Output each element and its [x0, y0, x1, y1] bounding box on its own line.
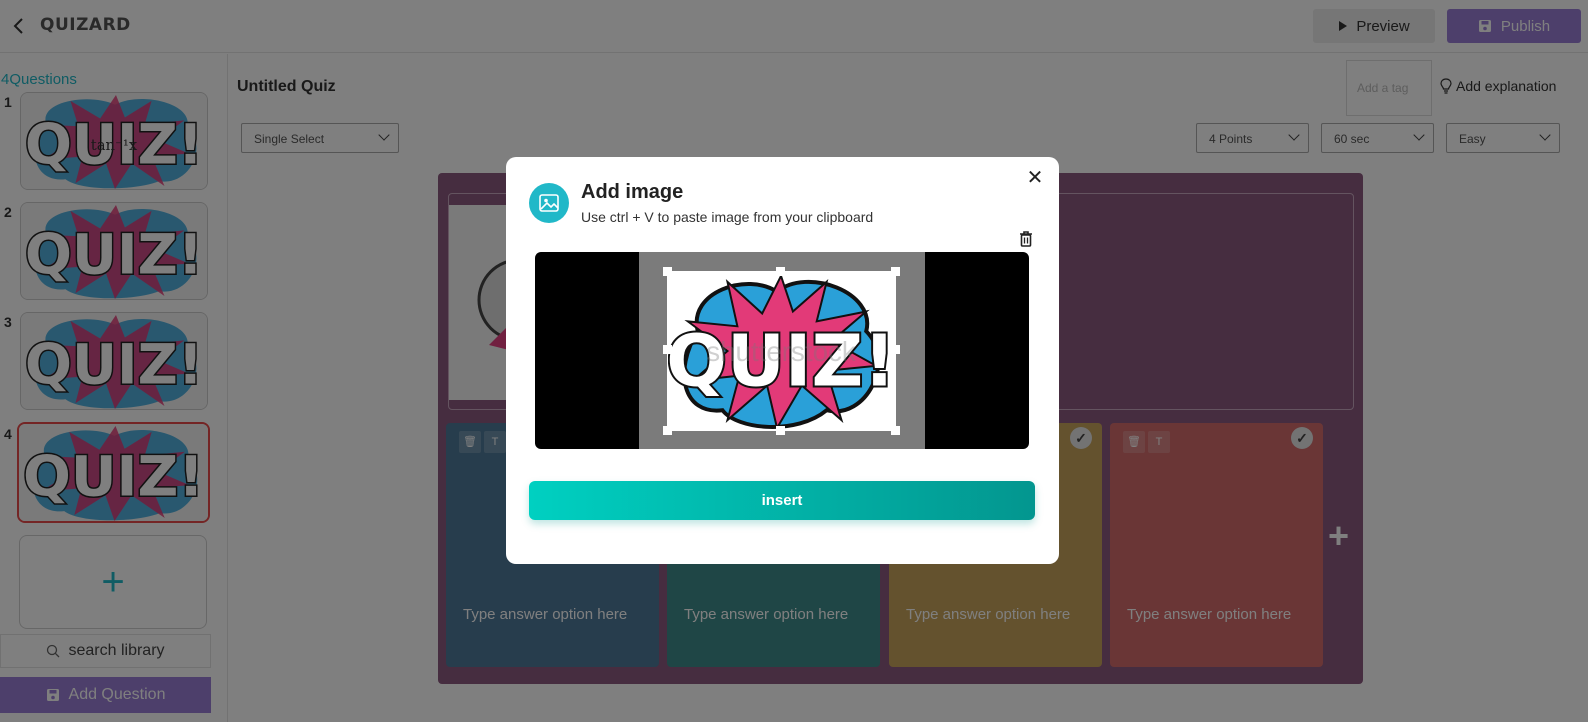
add-image-modal: Add image Use ctrl + V to paste image fr… [506, 157, 1059, 564]
uploaded-image: QUIZ! shutterstock [639, 252, 925, 449]
trash-icon[interactable] [1018, 230, 1034, 248]
crop-area[interactable]: QUIZ! shutterstock [667, 271, 896, 431]
modal-title: Add image [581, 181, 684, 203]
modal-subtitle: Use ctrl + V to paste image from your cl… [581, 209, 874, 225]
image-icon [529, 183, 569, 223]
image-preview: QUIZ! shutterstock [535, 252, 1029, 449]
watermark-text: shutterstock [706, 336, 856, 367]
close-icon[interactable]: ✕ [1025, 168, 1045, 188]
insert-button[interactable]: insert [529, 481, 1035, 520]
